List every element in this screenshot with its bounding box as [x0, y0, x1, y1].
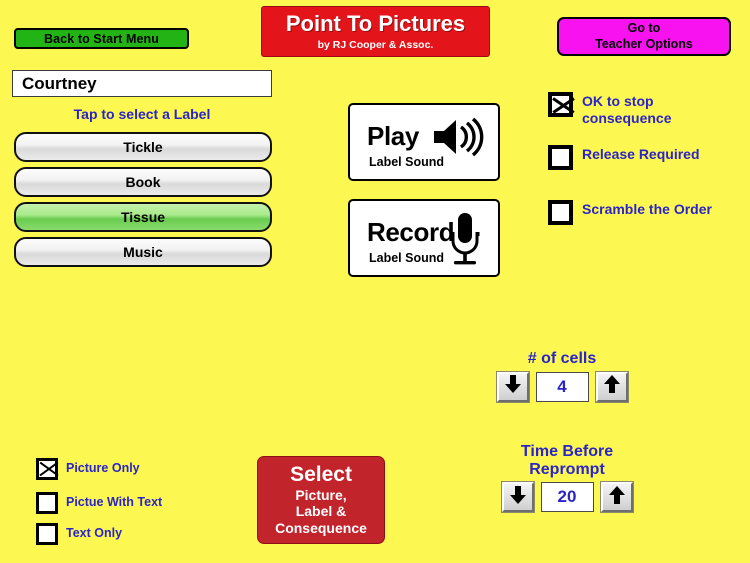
app-screen: Back to Start Menu Point To Pictures by … — [0, 0, 750, 563]
checkbox-ok-to-stop-consequence[interactable] — [548, 92, 573, 117]
number-of-cells-stepper-group: # of cells 4 — [487, 350, 637, 403]
option-row-scramble-the-order[interactable]: Scramble the Order — [548, 200, 748, 225]
select-button-line1: Select — [290, 462, 352, 486]
label-button-book[interactable]: Book — [14, 167, 272, 197]
arrow-down-icon — [509, 485, 527, 510]
label-button-tissue[interactable]: Tissue — [14, 202, 272, 232]
label-button-tickle[interactable]: Tickle — [14, 132, 272, 162]
back-to-start-menu-button[interactable]: Back to Start Menu — [14, 28, 189, 49]
student-name-field[interactable]: Courtney — [12, 70, 272, 97]
time-before-reprompt-title-line2: Reprompt — [529, 460, 605, 478]
teacher-button-label-line1: Go to — [627, 20, 661, 35]
time-before-reprompt-increment-button[interactable] — [599, 481, 634, 514]
label-button-text: Book — [125, 174, 161, 190]
app-title: Point To Pictures — [285, 10, 466, 36]
checkbox-scramble-the-order[interactable] — [548, 200, 573, 225]
record-button-title: Record — [367, 217, 455, 247]
app-subtitle: by RJ Cooper & Assoc. — [317, 38, 434, 51]
label-button-music[interactable]: Music — [14, 237, 272, 267]
record-label-sound-button[interactable]: Record Label Sound — [348, 199, 500, 277]
label-button-text: Music — [123, 244, 163, 260]
display-mode-row-picture-only[interactable]: Picture Only — [36, 458, 140, 480]
microphone-icon — [448, 211, 482, 274]
arrow-down-icon — [504, 374, 522, 399]
app-title-card: Point To Pictures by RJ Cooper & Assoc. — [261, 6, 490, 57]
display-mode-label-text-only: Text Only — [66, 526, 123, 540]
option-label-scramble-the-order: Scramble the Order — [582, 201, 712, 217]
time-before-reprompt-title-line1: Time Before — [520, 443, 614, 460]
option-label-release-required: Release Required — [582, 146, 700, 162]
time-before-reprompt-title: Time Before Reprompt — [487, 443, 647, 478]
time-before-reprompt-decrement-button[interactable] — [500, 481, 535, 514]
checkbox-text-only[interactable] — [36, 523, 58, 545]
label-button-text: Tickle — [123, 139, 163, 155]
option-row-ok-to-stop-consequence[interactable]: OK to stop consequence — [548, 92, 748, 126]
back-button-label: Back to Start Menu — [43, 31, 159, 46]
select-picture-label-consequence-button[interactable]: Select Picture, Label & Consequence — [257, 456, 385, 544]
display-mode-row-text-only[interactable]: Text Only — [36, 523, 122, 545]
display-mode-label-picture-with-text: Pictue With Text — [66, 495, 163, 509]
checkbox-release-required[interactable] — [548, 145, 573, 170]
checkbox-picture-only[interactable] — [36, 458, 58, 480]
number-of-cells-decrement-button[interactable] — [495, 370, 530, 403]
checkbox-picture-with-text[interactable] — [36, 492, 58, 514]
time-before-reprompt-stepper-group: Time Before Reprompt 20 — [487, 443, 647, 514]
display-mode-row-picture-with-text[interactable]: Pictue With Text — [36, 492, 162, 514]
tap-to-select-label-hint: Tap to select a Label — [73, 106, 211, 122]
speaker-icon — [432, 117, 488, 162]
select-button-line4: Consequence — [275, 519, 367, 536]
time-before-reprompt-value[interactable]: 20 — [540, 482, 594, 513]
select-button-line2: Picture, — [295, 486, 347, 503]
play-label-sound-button[interactable]: Play Label Sound — [348, 103, 500, 181]
student-name-value: Courtney — [22, 73, 97, 93]
display-mode-label-picture-only: Picture Only — [66, 461, 140, 475]
option-label-ok-to-stop-consequence: OK to stop consequence — [582, 93, 672, 126]
arrow-up-icon — [608, 485, 626, 510]
play-button-title: Play — [367, 121, 419, 151]
option-row-release-required[interactable]: Release Required — [548, 145, 748, 170]
number-of-cells-value[interactable]: 4 — [535, 371, 589, 402]
arrow-up-icon — [603, 374, 621, 399]
number-of-cells-increment-button[interactable] — [594, 370, 629, 403]
select-button-line3: Label & — [295, 503, 347, 520]
teacher-button-label-line2: Teacher Options — [595, 36, 693, 51]
label-button-text: Tissue — [120, 209, 166, 225]
go-to-teacher-options-button[interactable]: Go to Teacher Options — [557, 17, 731, 56]
record-button-subtitle: Label Sound — [369, 251, 444, 265]
number-of-cells-title: # of cells — [527, 350, 597, 367]
